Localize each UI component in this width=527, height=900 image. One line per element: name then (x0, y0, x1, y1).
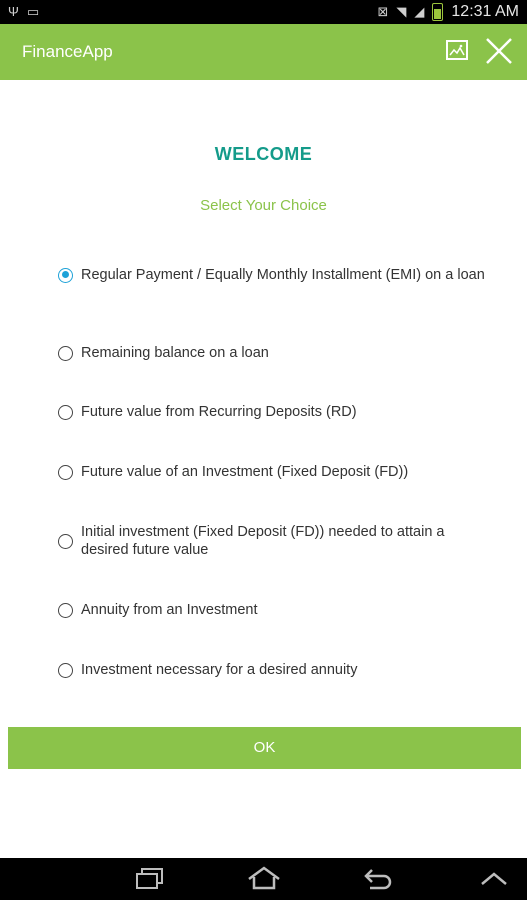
close-icon[interactable] (484, 36, 514, 66)
image-icon: ▭ (26, 4, 40, 19)
image-icon[interactable] (446, 40, 468, 60)
radio-button[interactable] (58, 533, 73, 549)
radio-button[interactable] (58, 662, 73, 678)
option-label: Initial investment (Fixed Deposit (FD)) … (81, 524, 445, 558)
nfc-icon: ⊠ (377, 4, 389, 19)
choice-subtitle: Select Your Choice (200, 197, 327, 214)
option-label: Future value from Recurring Deposits (RD… (81, 404, 357, 420)
option-label: Annuity from an Investment (81, 602, 258, 618)
option-label: Remaining balance on a loan (81, 345, 269, 361)
home-icon[interactable] (246, 866, 282, 897)
status-bar: Ψ ▭ ⊠ ◥ ◢ 12:31 AM (0, 0, 527, 24)
signal-icon: ◢ (414, 4, 425, 19)
radio-button[interactable] (58, 404, 73, 420)
option-label: Future value of an Investment (Fixed Dep… (81, 464, 409, 480)
option-emi[interactable]: Regular Payment / Equally Monthly Instal… (58, 266, 488, 284)
option-remaining-balance[interactable]: Remaining balance on a loan (58, 344, 488, 362)
menu-up-icon[interactable] (478, 866, 510, 897)
ok-button[interactable]: OK (8, 727, 521, 769)
app-title: FinanceApp (22, 42, 113, 61)
usb-icon: Ψ (8, 4, 19, 19)
radio-button[interactable] (58, 464, 73, 480)
option-investment-for-annuity[interactable]: Investment necessary for a desired annui… (58, 661, 488, 679)
welcome-heading: WELCOME (214, 144, 313, 164)
battery-icon (432, 3, 444, 21)
option-label: Investment necessary for a desired annui… (81, 662, 358, 678)
wifi-icon: ◥ (396, 4, 407, 19)
option-label: Regular Payment / Equally Monthly Instal… (81, 267, 485, 283)
option-annuity[interactable]: Annuity from an Investment (58, 601, 488, 619)
app-bar: FinanceApp (0, 24, 527, 80)
option-initial-investment[interactable]: Initial investment (Fixed Deposit (FD)) … (58, 523, 488, 559)
radio-button[interactable] (58, 602, 73, 618)
back-icon[interactable] (362, 866, 394, 897)
recent-apps-icon[interactable] (134, 866, 166, 897)
radio-button[interactable] (58, 345, 73, 361)
status-time: 12:31 AM (451, 3, 519, 20)
radio-button[interactable] (58, 267, 73, 283)
option-fd-future-value[interactable]: Future value of an Investment (Fixed Dep… (58, 463, 488, 481)
option-rd-future-value[interactable]: Future value from Recurring Deposits (RD… (58, 403, 488, 421)
navigation-bar (0, 858, 527, 900)
